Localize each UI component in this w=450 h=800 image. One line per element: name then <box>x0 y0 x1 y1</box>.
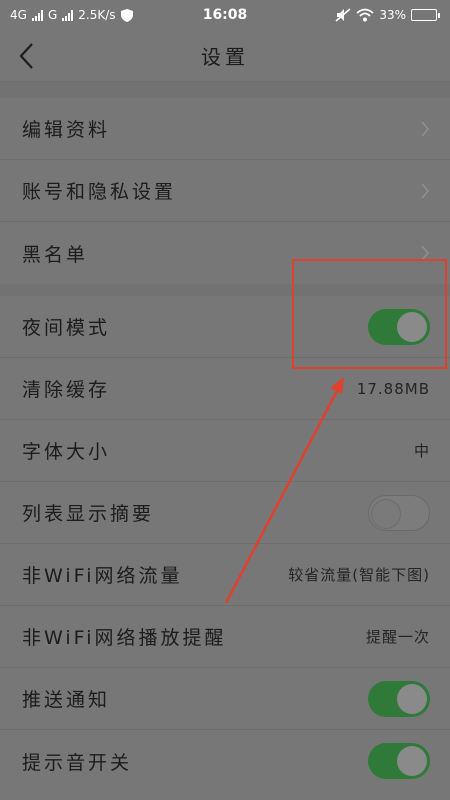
settings-item-non-wifi-play[interactable]: 非WiFi网络播放提醒 提醒一次 <box>0 606 450 668</box>
network-g-label: G <box>47 8 58 22</box>
battery-icon <box>411 9 440 21</box>
signal-icon <box>62 9 74 21</box>
settings-group-general: 夜间模式 清除缓存 17.88MB 字体大小 中 列表显示摘要 非WiFi网络流… <box>0 296 450 792</box>
settings-item-label: 黑名单 <box>22 243 89 266</box>
network-speed: 2.5K/s <box>78 8 116 22</box>
annotation-highlight-box <box>292 259 447 369</box>
traffic-mode-value: 较省流量(智能下图) <box>288 566 430 584</box>
font-size-value: 中 <box>413 442 430 460</box>
settings-item-label: 字体大小 <box>22 441 111 463</box>
wifi-icon <box>356 8 374 22</box>
status-right: 33% <box>335 8 440 22</box>
sound-toggle[interactable] <box>368 743 430 779</box>
toggle-knob <box>371 498 401 529</box>
page-title: 设置 <box>201 45 249 69</box>
push-toggle[interactable] <box>368 680 430 717</box>
status-bar: 4G G 2.5K/s 16:08 33% <box>0 0 450 30</box>
status-left: 4G G 2.5K/s <box>10 8 133 22</box>
signal-icon <box>31 9 43 21</box>
section-gap <box>0 82 450 98</box>
settings-item-font-size[interactable]: 字体大小 中 <box>0 420 450 482</box>
settings-item-label: 账号和隐私设置 <box>22 181 177 203</box>
mute-icon <box>335 8 351 22</box>
settings-item-label: 清除缓存 <box>22 379 111 401</box>
network-4g-label: 4G <box>10 8 27 22</box>
list-summary-toggle[interactable] <box>368 494 430 531</box>
settings-item-label: 列表显示摘要 <box>22 503 155 525</box>
shield-icon <box>120 8 133 22</box>
cache-size-value: 17.88MB <box>356 379 430 398</box>
settings-item-label: 非WiFi网络播放提醒 <box>22 627 227 649</box>
toggle-knob <box>397 746 427 776</box>
battery-percent: 33% <box>379 8 406 22</box>
header: 设置 <box>0 30 450 82</box>
settings-item-edit-profile[interactable]: 编辑资料 <box>0 98 450 160</box>
settings-item-label: 编辑资料 <box>22 119 111 141</box>
settings-item-label: 提示音开关 <box>22 751 133 774</box>
chevron-right-icon <box>421 120 430 137</box>
settings-item-non-wifi-traffic[interactable]: 非WiFi网络流量 较省流量(智能下图) <box>0 544 450 606</box>
settings-group-account: 编辑资料 账号和隐私设置 黑名单 <box>0 98 450 284</box>
settings-item-label: 非WiFi网络流量 <box>22 565 183 587</box>
back-arrow-icon[interactable] <box>18 42 34 70</box>
settings-item-account-privacy[interactable]: 账号和隐私设置 <box>0 160 450 222</box>
settings-item-label: 夜间模式 <box>22 317 111 339</box>
settings-item-sound: 提示音开关 <box>0 730 450 792</box>
chevron-right-icon <box>421 182 430 199</box>
settings-item-push: 推送通知 <box>0 668 450 730</box>
play-reminder-value: 提醒一次 <box>365 628 430 646</box>
settings-item-label: 推送通知 <box>22 689 111 711</box>
toggle-knob <box>397 683 427 714</box>
settings-item-list-summary: 列表显示摘要 <box>0 482 450 544</box>
